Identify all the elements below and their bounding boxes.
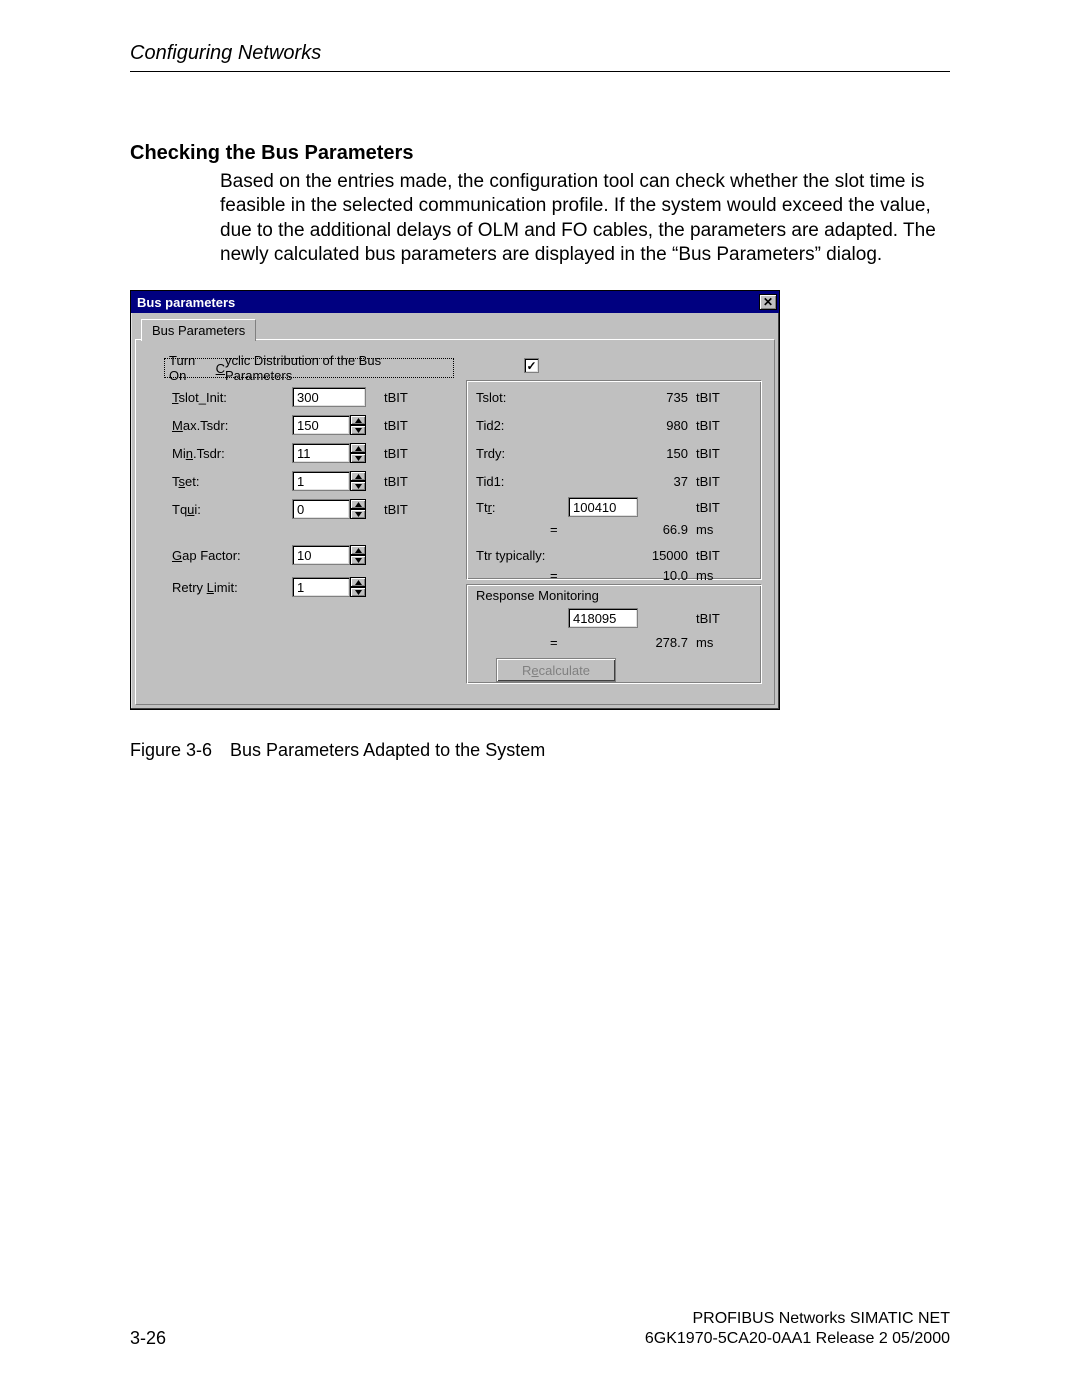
titlebar: Bus parameters ✕: [131, 291, 779, 313]
tid2-unit: tBIT: [696, 418, 720, 433]
tab-panel: Turn On Cyclic Distribution of the Bus P…: [135, 339, 775, 705]
trdy-label: Trdy:: [476, 446, 505, 461]
tid2-label: Tid2:: [476, 418, 504, 433]
gap-factor-spinner[interactable]: [350, 545, 366, 565]
retry-limit-label: Retry Limit:: [172, 580, 238, 595]
tset-unit: tBIT: [384, 474, 408, 489]
spinner-up-icon[interactable]: [350, 545, 366, 555]
resp-eq-label: =: [550, 635, 558, 650]
ttr-typically-value: 15000: [636, 548, 688, 563]
tset-spinner[interactable]: [350, 471, 366, 491]
close-button[interactable]: ✕: [759, 294, 777, 310]
trdy-value: 150: [636, 446, 688, 461]
tqui-unit: tBIT: [384, 502, 408, 517]
gap-factor-label: Gap Factor:: [172, 548, 241, 563]
dialog-title: Bus parameters: [137, 295, 235, 310]
min-tsdr-unit: tBIT: [384, 446, 408, 461]
ttr-eq-unit: ms: [696, 522, 713, 537]
ttr-typ-eq-value: 10.0: [636, 568, 688, 583]
ttr-eq-value: 66.9: [636, 522, 688, 537]
running-header: Configuring Networks: [130, 42, 950, 72]
tslot-init-input[interactable]: [292, 387, 366, 407]
retry-limit-spinner[interactable]: [350, 577, 366, 597]
spinner-up-icon[interactable]: [350, 443, 366, 453]
resp-eq-value: 278.7: [636, 635, 688, 650]
max-tsdr-unit: tBIT: [384, 418, 408, 433]
tslot-init-label: Tslot_Init:: [172, 390, 227, 405]
footer-line-1: PROFIBUS Networks SIMATIC NET: [645, 1309, 950, 1329]
tslot-label: Tslot:: [476, 390, 506, 405]
footer-line-2: 6GK1970-5CA20-0AA1 Release 2 05/2000: [645, 1329, 950, 1349]
ttr-input[interactable]: [568, 497, 638, 517]
trdy-unit: tBIT: [696, 446, 720, 461]
spinner-down-icon[interactable]: [350, 425, 366, 435]
tab-bus-parameters[interactable]: Bus Parameters: [141, 319, 256, 341]
response-monitoring-unit: tBIT: [696, 611, 720, 626]
tid1-unit: tBIT: [696, 474, 720, 489]
gap-factor-input[interactable]: [292, 545, 350, 565]
min-tsdr-input[interactable]: [292, 443, 350, 463]
spinner-down-icon[interactable]: [350, 481, 366, 491]
tid1-value: 37: [636, 474, 688, 489]
page-number: 3-26: [130, 1328, 166, 1349]
spinner-down-icon[interactable]: [350, 555, 366, 565]
ttr-eq-label: =: [550, 522, 558, 537]
max-tsdr-input[interactable]: [292, 415, 350, 435]
response-monitoring-header: Response Monitoring: [476, 588, 599, 603]
recalculate-button[interactable]: Recalculate: [496, 658, 616, 682]
close-icon: ✕: [763, 296, 773, 308]
ttr-typically-unit: tBIT: [696, 548, 720, 563]
cyclic-distribution-checkbox[interactable]: ✓: [524, 358, 539, 373]
tslot-unit: tBIT: [696, 390, 720, 405]
footer-right: PROFIBUS Networks SIMATIC NET 6GK1970-5C…: [645, 1309, 950, 1349]
ttr-unit: tBIT: [696, 500, 720, 515]
figure-caption: Figure 3-6 Bus Parameters Adapted to the…: [130, 740, 545, 761]
spinner-down-icon[interactable]: [350, 509, 366, 519]
cyclic-distribution-label: Turn On Cyclic Distribution of the Bus P…: [164, 358, 454, 378]
tqui-spinner[interactable]: [350, 499, 366, 519]
spinner-up-icon[interactable]: [350, 499, 366, 509]
spinner-up-icon[interactable]: [350, 415, 366, 425]
retry-limit-input[interactable]: [292, 577, 350, 597]
spinner-down-icon[interactable]: [350, 453, 366, 463]
min-tsdr-spinner[interactable]: [350, 443, 366, 463]
ttr-label: Ttr:: [476, 500, 496, 515]
spinner-up-icon[interactable]: [350, 471, 366, 481]
max-tsdr-label: Max.Tsdr:: [172, 418, 228, 433]
tqui-label: Tqui:: [172, 502, 201, 517]
response-monitoring-input[interactable]: [568, 608, 638, 628]
dialog-body: Bus Parameters Turn On Cyclic Distributi…: [131, 313, 779, 709]
resp-eq-unit: ms: [696, 635, 713, 650]
ttr-typ-eq-unit: ms: [696, 568, 713, 583]
ttr-typ-eq-label: =: [550, 568, 558, 583]
tid2-value: 980: [636, 418, 688, 433]
tslot-value: 735: [636, 390, 688, 405]
section-heading: Checking the Bus Parameters: [130, 142, 413, 165]
tset-input[interactable]: [292, 471, 350, 491]
min-tsdr-label: Min.Tsdr:: [172, 446, 225, 461]
spinner-up-icon[interactable]: [350, 577, 366, 587]
body-paragraph: Based on the entries made, the configura…: [220, 170, 960, 267]
tset-label: Tset:: [172, 474, 199, 489]
tid1-label: Tid1:: [476, 474, 504, 489]
max-tsdr-spinner[interactable]: [350, 415, 366, 435]
tqui-input[interactable]: [292, 499, 350, 519]
bus-parameters-dialog: Bus parameters ✕ Bus Parameters Turn On …: [130, 290, 780, 710]
ttr-typically-label: Ttr typically:: [476, 548, 545, 563]
tslot-init-unit: tBIT: [384, 390, 408, 405]
spinner-down-icon[interactable]: [350, 587, 366, 597]
